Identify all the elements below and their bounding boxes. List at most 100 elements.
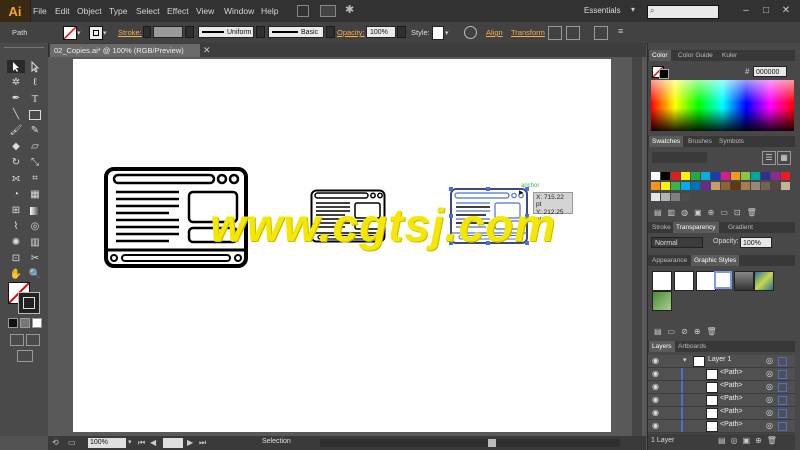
brush-dropdown[interactable]: [326, 26, 335, 38]
horizontal-scrollbar[interactable]: [320, 439, 620, 447]
eyedropper-tool-icon[interactable]: ⌇: [7, 220, 25, 233]
swatch-footer-icons[interactable]: ▤▥◍▣⊕▭⊡🗑: [654, 208, 763, 217]
direct-selection-tool-icon[interactable]: [26, 60, 44, 73]
menu-view[interactable]: View: [196, 0, 214, 22]
grid-view-icon[interactable]: ▦: [777, 151, 791, 165]
control-panel-menu-icon[interactable]: ≡: [618, 26, 628, 38]
align-link[interactable]: Align: [486, 22, 503, 43]
path-name[interactable]: <Path>: [720, 369, 743, 376]
color-swatch[interactable]: [671, 172, 680, 180]
slice-tool-icon[interactable]: ✂: [26, 252, 44, 265]
color-swatch[interactable]: [721, 172, 730, 180]
color-swatch[interactable]: [701, 182, 710, 191]
color-swatch[interactable]: [721, 182, 730, 191]
visibility-eye-icon[interactable]: ◉: [652, 408, 659, 417]
target-icon[interactable]: ◎: [766, 408, 773, 417]
tab-artboards[interactable]: Artboards: [675, 341, 709, 352]
tab-stroke[interactable]: Stroke: [649, 222, 674, 233]
isolate-group-icon[interactable]: [548, 26, 562, 40]
color-swatch[interactable]: [731, 172, 740, 180]
color-swatch[interactable]: [731, 182, 740, 191]
swatch-filter-field[interactable]: [652, 152, 707, 163]
color-swatch[interactable]: [671, 182, 680, 191]
menu-object[interactable]: Object: [77, 0, 102, 22]
selection-indicator-icon[interactable]: [778, 396, 787, 405]
tab-color-guide[interactable]: Color Guide: [675, 50, 716, 61]
graphic-style-6[interactable]: [754, 271, 774, 291]
line-segment-tool-icon[interactable]: ╲: [7, 108, 25, 121]
color-swatch[interactable]: [661, 172, 670, 180]
none-mode-icon[interactable]: [32, 318, 42, 328]
pen-tool-icon[interactable]: ✒: [7, 92, 25, 105]
layer-name[interactable]: Layer 1: [708, 356, 731, 363]
perspective-grid-tool-icon[interactable]: ▦: [26, 188, 44, 201]
next-artboard-icon[interactable]: ▶: [187, 438, 193, 447]
path-name[interactable]: <Path>: [720, 421, 743, 428]
tab-layers[interactable]: Layers: [649, 341, 675, 352]
menu-file[interactable]: File: [33, 0, 47, 22]
path-name[interactable]: <Path>: [720, 382, 743, 389]
fill-dropdown-icon[interactable]: ▾: [77, 29, 81, 37]
first-artboard-icon[interactable]: ⏮: [138, 438, 145, 448]
mesh-tool-icon[interactable]: ⊞: [7, 204, 25, 217]
stroke-weight-dropdown[interactable]: [185, 26, 194, 38]
path-name[interactable]: <Path>: [720, 395, 743, 402]
draw-behind-icon[interactable]: [26, 334, 40, 346]
profile-dropdown[interactable]: [256, 26, 265, 38]
layer-row[interactable]: ◉ <Path> ◎: [648, 394, 795, 407]
color-swatch[interactable]: [681, 192, 690, 201]
graphic-style-2[interactable]: [674, 271, 694, 291]
color-swatch[interactable]: [671, 192, 680, 201]
tab-kuler[interactable]: Kuler: [719, 50, 740, 61]
paintbrush-tool-icon[interactable]: 🖌: [7, 124, 25, 137]
last-artboard-icon[interactable]: ⏭: [199, 438, 206, 448]
free-transform-tool-icon[interactable]: ⌗: [26, 172, 44, 185]
tab-gradient[interactable]: Gradient: [725, 222, 756, 233]
opacity-dropdown[interactable]: [397, 26, 406, 38]
hand-tool-icon[interactable]: ✋: [7, 268, 25, 281]
color-swatch[interactable]: [751, 182, 760, 191]
opacity-link[interactable]: Opacity:: [337, 22, 365, 43]
expand-triangle-icon[interactable]: ▾: [683, 356, 687, 364]
graphic-styles-footer-icons[interactable]: ▤▭⊘⊕🗑: [654, 327, 723, 336]
visibility-eye-icon[interactable]: ◉: [652, 395, 659, 404]
visibility-eye-icon[interactable]: ◉: [652, 356, 659, 365]
selection-indicator-icon[interactable]: [778, 409, 787, 418]
stroke-color-box[interactable]: [18, 292, 40, 314]
artboard-number-field[interactable]: [163, 438, 183, 448]
arrange-documents-icon[interactable]: [320, 5, 336, 17]
minimize-button[interactable]: –: [738, 4, 754, 18]
horizontal-scroll-thumb[interactable]: [488, 439, 496, 447]
recolor-artwork-icon[interactable]: [464, 26, 477, 39]
help-search-input[interactable]: [647, 5, 719, 19]
shape-builder-tool-icon[interactable]: ◔: [7, 188, 25, 201]
list-view-icon[interactable]: ☰: [762, 151, 776, 165]
stroke-weight-stepper[interactable]: [143, 26, 151, 38]
color-swatch[interactable]: [781, 172, 790, 180]
tab-transparency[interactable]: Transparency: [673, 222, 719, 233]
zoom-dropdown-icon[interactable]: ▾: [128, 438, 132, 446]
target-icon[interactable]: ◎: [766, 421, 773, 430]
path-name[interactable]: <Path>: [720, 408, 743, 415]
graphic-style-swatch[interactable]: [432, 26, 444, 40]
rectangle-tool-icon[interactable]: [26, 108, 44, 121]
panel-stroke-box[interactable]: [659, 69, 669, 79]
close-tab-icon[interactable]: ✕: [203, 45, 213, 56]
zoom-level-field[interactable]: 100%: [88, 438, 126, 448]
color-swatch[interactable]: [711, 172, 720, 180]
color-swatch[interactable]: [701, 172, 710, 180]
zoom-tool-icon[interactable]: 🔍: [26, 268, 44, 281]
tab-graphic-styles[interactable]: Graphic Styles: [691, 255, 740, 266]
gradient-tool-icon[interactable]: [26, 204, 44, 217]
color-swatch[interactable]: [681, 182, 690, 191]
chevron-down-icon[interactable]: ▾: [631, 5, 635, 14]
selection-indicator-icon[interactable]: [778, 383, 787, 392]
transform-link[interactable]: Transform: [511, 22, 545, 43]
type-tool-icon[interactable]: T: [26, 92, 44, 105]
target-icon[interactable]: ◎: [766, 395, 773, 404]
target-icon[interactable]: ◎: [766, 369, 773, 378]
stroke-panel-link[interactable]: Stroke:: [118, 22, 142, 43]
color-swatch[interactable]: [781, 182, 790, 191]
layer-row[interactable]: ◉ <Path> ◎: [648, 407, 795, 420]
menu-help[interactable]: Help: [261, 0, 278, 22]
